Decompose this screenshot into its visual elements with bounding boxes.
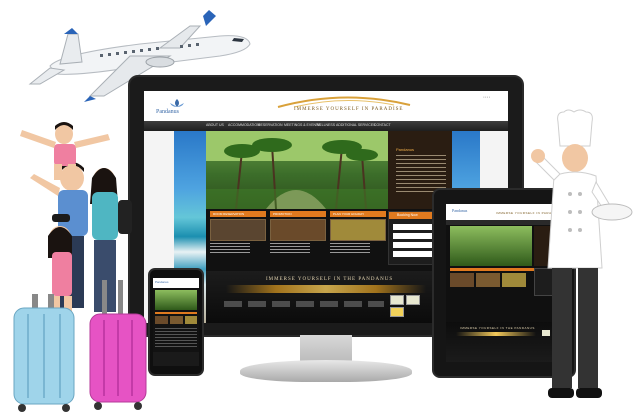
footer-gold-swoosh [226, 285, 426, 293]
promo-card-2[interactable] [270, 219, 326, 241]
tablet-hero-image [450, 226, 532, 266]
site-header: Pandanus IMMERSE YOURSELF IN PARADISE ▪ … [144, 91, 508, 121]
award-badge[interactable] [406, 295, 420, 305]
tablet-promo-1[interactable] [450, 273, 474, 287]
family-with-luggage [13, 122, 147, 412]
nav-item-contact[interactable]: CONTACT [374, 123, 391, 127]
nav-item-wellness[interactable]: WELLNESS [316, 123, 335, 127]
top-links[interactable]: ▪ ▪ ▪ ▪ [483, 95, 490, 99]
phone-device: Pandanus [148, 268, 204, 376]
footer-slogan: IMMERSE YOURSELF IN THE PANDANUS [266, 277, 394, 282]
mother-figure [90, 168, 132, 312]
site-slogan: IMMERSE YOURSELF IN PARADISE [294, 107, 404, 112]
nav-item-additional[interactable]: ADDITIONAL SERVICES [336, 123, 375, 127]
tablet-footer-swoosh [456, 332, 536, 336]
monitor-stand-base [240, 360, 412, 382]
hero-image [206, 131, 388, 209]
tripadvisor-badge[interactable] [390, 295, 404, 305]
nav-item-about[interactable]: ABOUT US [206, 123, 224, 127]
phone-site-header: Pandanus [153, 278, 199, 288]
promo-text-2 [270, 243, 310, 253]
phone-promo-bar [155, 312, 197, 314]
promo-text-1 [210, 243, 250, 253]
promo-header-3: PLAN YOUR HOLIDAY [330, 211, 386, 217]
phone-promo-1[interactable] [155, 316, 168, 324]
nav-item-accommodation[interactable]: ACCOMMODATION [228, 123, 260, 127]
phone-brand: Pandanus [155, 280, 169, 284]
phone-footer [153, 352, 199, 366]
promo-header-2: PROMOTION [270, 211, 326, 217]
site-footer: IMMERSE YOURSELF IN THE PANDANUS [206, 271, 452, 323]
phone-screen: Pandanus [153, 278, 199, 366]
promo-header-1: ROOM RESERVATION [210, 211, 266, 217]
palm-garden-illustration [206, 131, 388, 209]
promo-text-3 [330, 243, 370, 253]
site-navigation: ABOUT US ACCOMMODATION RESERVATION MEETI… [144, 121, 508, 131]
nav-item-reservation[interactable]: RESERVATION [258, 123, 283, 127]
promo-card-1[interactable] [210, 219, 266, 241]
phone-promo-2[interactable] [170, 316, 183, 324]
chef-figure [531, 109, 633, 398]
tablet-promo-3[interactable] [502, 273, 526, 287]
phone-hero-image [155, 290, 197, 310]
phone-text-block [155, 328, 197, 348]
hero-sidebar-title: Pandanus [396, 147, 415, 152]
tablet-brand: Pandanus [452, 208, 468, 213]
promo-card-3[interactable] [330, 219, 386, 241]
tablet-footer-slogan: IMMERSE YOURSELF IN THE PANDANUS [460, 326, 535, 330]
tablet-promo-2[interactable] [476, 273, 500, 287]
award-badge-2[interactable] [390, 307, 404, 317]
site-content: Pandanus ROOM RESERVATION PROMOTION PLAN… [206, 131, 452, 323]
footer-partner-logos [224, 301, 384, 307]
blue-suitcase-icon [13, 294, 75, 412]
brand-name: Pandanus [156, 109, 179, 115]
booking-title: Booking Now [397, 213, 418, 217]
phone-promo-3[interactable] [185, 316, 197, 324]
